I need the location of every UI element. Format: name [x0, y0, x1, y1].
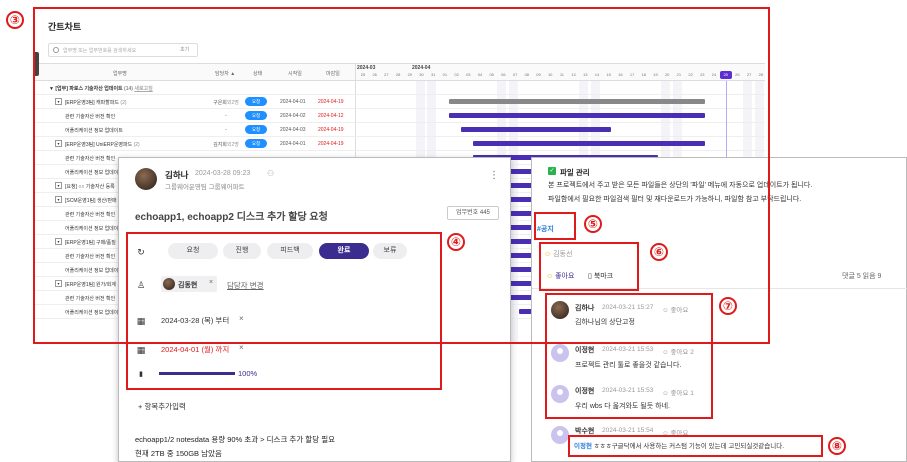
add-item-label: 항목추가입력	[144, 402, 186, 411]
post-stats: 댓글 5 읽음 9	[842, 273, 882, 280]
marker-6: ⑥	[650, 243, 668, 261]
marker-5: ⑤	[584, 215, 602, 233]
annotation-box-5	[534, 212, 576, 240]
annotation-box-7	[545, 293, 713, 419]
annotation-box-8	[568, 435, 823, 457]
marker-8: ⑧	[828, 437, 846, 455]
add-item-button[interactable]: + 항목추가입력	[138, 401, 186, 412]
marker-4: ④	[447, 233, 465, 251]
body-line-2: 현재 2TB 중 150GB 남았음	[135, 449, 222, 458]
marker-3: ③	[6, 11, 24, 29]
annotation-box-6	[539, 242, 639, 291]
body-line-1: echoapp1/2 notesdata 용량 90% 초과 > 디스크 추가 …	[135, 435, 335, 444]
comment-time: 2024-03-21 15:54	[602, 427, 654, 434]
comment-avatar	[551, 426, 569, 444]
annotation-box-4	[126, 232, 442, 390]
marker-7: ⑦	[719, 297, 737, 315]
